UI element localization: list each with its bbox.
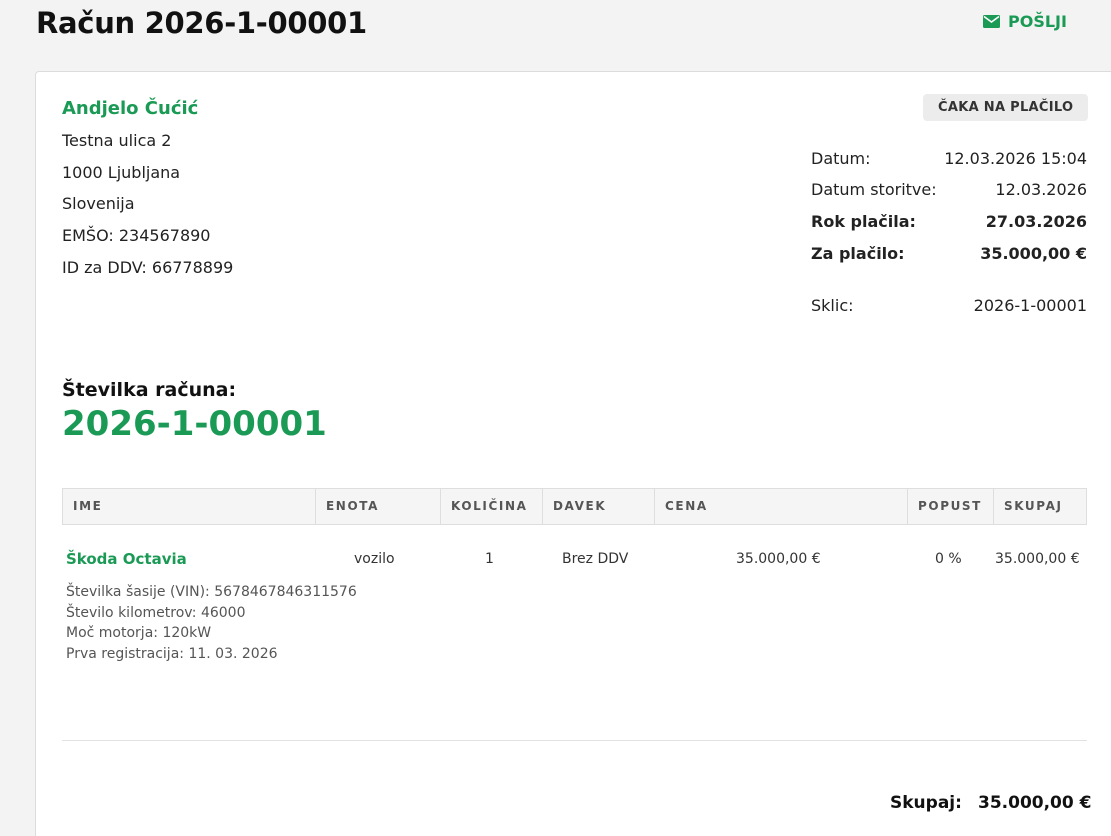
total-value: 35.000,00 € — [978, 793, 1092, 813]
column-header-quantity: KOLIČINA — [440, 489, 542, 524]
meta-label: Rok plačila: — [811, 212, 916, 231]
envelope-icon — [983, 15, 1000, 28]
column-header-total: SKUPAJ — [993, 489, 1086, 524]
item-description-line: Število kilometrov: 46000 — [66, 605, 246, 621]
item-total: 35.000,00 € — [995, 551, 1080, 567]
column-header-name: IME — [73, 499, 103, 513]
meta-value: 12.03.2026 15:04 — [944, 149, 1087, 168]
item-description-line: Moč motorja: 120kW — [66, 625, 212, 641]
meta-label: Sklic: — [811, 296, 854, 315]
meta-row-amount-due: Za plačilo: 35.000,00 € — [811, 244, 1087, 263]
column-header-unit: ENOTA — [315, 489, 440, 524]
item-quantity: 1 — [485, 551, 494, 567]
divider — [62, 740, 1087, 741]
item-unit: vozilo — [354, 551, 395, 567]
meta-row-service-date: Datum storitve: 12.03.2026 — [811, 180, 1087, 199]
meta-row-reference: Sklic: 2026-1-00001 — [811, 296, 1087, 315]
customer-address-line: ID za DDV: 66778899 — [62, 258, 234, 277]
customer-address-line: Slovenija — [62, 194, 135, 213]
item-discount: 0 % — [935, 551, 962, 567]
status-badge: ČAKA NA PLAČILO — [923, 94, 1089, 121]
item-tax: Brez DDV — [562, 551, 629, 567]
customer-address-line: 1000 Ljubljana — [62, 163, 181, 182]
customer-address-line: EMŠO: 234567890 — [62, 226, 211, 245]
send-label: POŠLJI — [1008, 12, 1067, 31]
item-description-line: Številka šasije (VIN): 5678467846311576 — [66, 584, 357, 600]
column-header-discount: POPUST — [907, 489, 993, 524]
meta-value: 35.000,00 € — [980, 244, 1087, 263]
customer-name[interactable]: Andjelo Čućić — [62, 98, 198, 119]
total-label: Skupaj: — [890, 793, 962, 813]
meta-value: 12.03.2026 — [995, 180, 1087, 199]
meta-label: Za plačilo: — [811, 244, 905, 263]
invoice-number-label: Številka računa: — [62, 379, 237, 401]
meta-value: 27.03.2026 — [985, 212, 1087, 231]
page-title: Račun 2026-1-00001 — [36, 6, 367, 40]
send-button[interactable]: POŠLJI — [983, 12, 1067, 31]
item-name[interactable]: Škoda Octavia — [66, 550, 187, 568]
item-description-line: Prva registracija: 11. 03. 2026 — [66, 646, 278, 662]
meta-value: 2026-1-00001 — [973, 296, 1087, 315]
invoice-number: 2026-1-00001 — [62, 404, 327, 444]
meta-label: Datum storitve: — [811, 180, 937, 199]
column-header-tax: DAVEK — [542, 489, 654, 524]
meta-row-date: Datum: 12.03.2026 15:04 — [811, 149, 1087, 168]
column-header-price: CENA — [654, 489, 907, 524]
customer-address-line: Testna ulica 2 — [62, 131, 172, 150]
meta-row-due-date: Rok plačila: 27.03.2026 — [811, 212, 1087, 231]
table-header: IME ENOTA KOLIČINA DAVEK CENA POPUST SKU… — [62, 488, 1087, 525]
meta-label: Datum: — [811, 149, 871, 168]
item-price: 35.000,00 € — [736, 551, 821, 567]
invoice-card: Andjelo Čućić Testna ulica 2 1000 Ljublj… — [35, 71, 1111, 836]
